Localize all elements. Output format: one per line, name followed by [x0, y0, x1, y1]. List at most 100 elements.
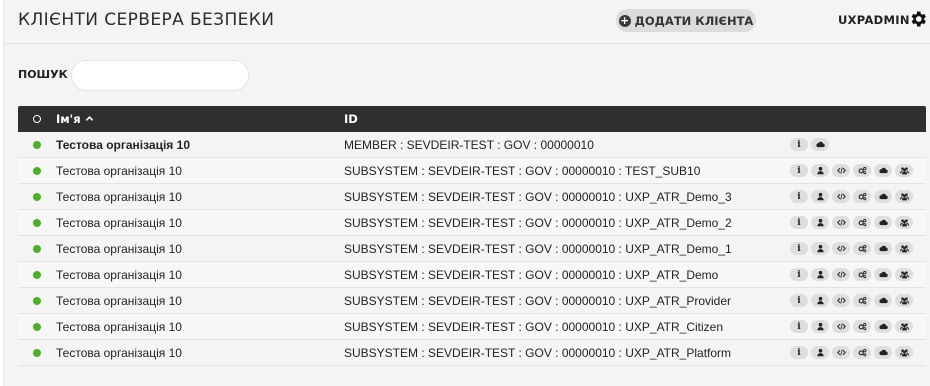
status-cell — [18, 140, 56, 149]
users-icon[interactable] — [895, 164, 913, 177]
status-dot — [33, 218, 41, 227]
info-icon[interactable]: i — [790, 294, 808, 307]
table-row[interactable]: Тестова організація 10 SUBSYSTEM : SEVDEI… — [18, 158, 926, 184]
info-icon[interactable]: i — [790, 190, 808, 203]
users-icon[interactable] — [895, 268, 913, 281]
code-icon[interactable] — [832, 294, 850, 307]
row-actions: i — [790, 164, 913, 177]
code-icon[interactable] — [832, 268, 850, 281]
users-icon[interactable] — [895, 346, 913, 359]
cloud-icon[interactable] — [811, 138, 829, 151]
gears-icon[interactable] — [853, 190, 871, 203]
status-dot — [33, 348, 41, 357]
info-icon[interactable]: i — [790, 320, 808, 333]
gears-icon[interactable] — [853, 346, 871, 359]
cloud-icon[interactable] — [874, 242, 892, 255]
user-icon[interactable] — [811, 320, 829, 333]
status-cell — [18, 244, 56, 253]
users-icon[interactable] — [895, 190, 913, 203]
status-column-header — [18, 115, 56, 123]
status-cell — [18, 322, 56, 331]
row-actions: i — [790, 294, 913, 307]
status-dot — [33, 244, 41, 253]
table-row[interactable]: Тестова організація 10 SUBSYSTEM : SEVDEI… — [18, 184, 926, 210]
status-cell — [18, 348, 56, 357]
clients-table: Ім'я ID Тестова організація 10 MEMBER : S… — [18, 106, 926, 366]
table-row[interactable]: Тестова організація 10 SUBSYSTEM : SEVDEI… — [18, 314, 926, 340]
client-id: SUBSYSTEM : SEVDEIR-TEST : GOV : 0000001… — [344, 241, 732, 256]
client-id: MEMBER : SEVDEIR-TEST : GOV : 00000010 — [344, 137, 594, 152]
info-icon[interactable]: i — [790, 164, 808, 177]
gears-icon[interactable] — [853, 268, 871, 281]
table-row[interactable]: Тестова організація 10 MEMBER : SEVDEIR-T… — [18, 132, 926, 158]
users-icon[interactable] — [895, 216, 913, 229]
row-actions: i — [790, 320, 913, 333]
code-icon[interactable] — [832, 216, 850, 229]
client-id: SUBSYSTEM : SEVDEIR-TEST : GOV : 0000001… — [344, 189, 732, 204]
user-icon[interactable] — [811, 216, 829, 229]
username[interactable]: UXPADMIN — [838, 13, 910, 27]
cloud-icon[interactable] — [874, 294, 892, 307]
search-input[interactable] — [71, 60, 249, 91]
app-frame: КЛІЄНТИ СЕРВЕРА БЕЗПЕКИ + ДОДАТИ КЛІЄНТА… — [3, 0, 930, 386]
client-name: Тестова організація 10 — [56, 215, 182, 230]
client-name: Тестова організація 10 — [56, 241, 182, 256]
user-icon[interactable] — [811, 294, 829, 307]
user-icon[interactable] — [811, 268, 829, 281]
status-dot — [33, 270, 41, 279]
client-name: Тестова організація 10 — [56, 267, 182, 282]
code-icon[interactable] — [832, 164, 850, 177]
user-icon[interactable] — [811, 190, 829, 203]
status-dot — [33, 192, 41, 201]
user-icon[interactable] — [811, 164, 829, 177]
info-icon[interactable]: i — [790, 216, 808, 229]
add-client-label: ДОДАТИ КЛІЄНТА — [634, 13, 754, 28]
users-icon[interactable] — [895, 294, 913, 307]
code-icon[interactable] — [832, 346, 850, 359]
gears-icon[interactable] — [853, 320, 871, 333]
status-cell — [18, 192, 56, 201]
name-column-label: Ім'я — [56, 112, 81, 126]
gears-icon[interactable] — [853, 164, 871, 177]
client-id: SUBSYSTEM : SEVDEIR-TEST : GOV : 0000001… — [344, 215, 732, 230]
table-row[interactable]: Тестова організація 10 SUBSYSTEM : SEVDEI… — [18, 288, 926, 314]
status-dot — [33, 296, 41, 305]
row-actions: i — [790, 268, 913, 281]
gears-icon[interactable] — [853, 242, 871, 255]
client-name: Тестова організація 10 — [56, 163, 182, 178]
id-column-header[interactable]: ID — [344, 112, 926, 126]
users-icon[interactable] — [895, 242, 913, 255]
info-icon[interactable]: i — [790, 268, 808, 281]
user-icon[interactable] — [811, 242, 829, 255]
status-cell — [18, 218, 56, 227]
users-icon[interactable] — [895, 320, 913, 333]
table-row[interactable]: Тестова організація 10 SUBSYSTEM : SEVDEI… — [18, 262, 926, 288]
add-client-button[interactable]: + ДОДАТИ КЛІЄНТА — [616, 9, 756, 32]
code-icon[interactable] — [832, 242, 850, 255]
cloud-icon[interactable] — [874, 268, 892, 281]
table-row[interactable]: Тестова організація 10 SUBSYSTEM : SEVDEI… — [18, 236, 926, 262]
status-cell — [18, 296, 56, 305]
row-actions: i — [790, 216, 913, 229]
cloud-icon[interactable] — [874, 216, 892, 229]
gears-icon[interactable] — [853, 216, 871, 229]
table-row[interactable]: Тестова організація 10 SUBSYSTEM : SEVDEI… — [18, 340, 926, 366]
client-name: Тестова організація 10 — [56, 293, 182, 308]
client-id: SUBSYSTEM : SEVDEIR-TEST : GOV : 0000001… — [344, 267, 719, 282]
cloud-icon[interactable] — [874, 190, 892, 203]
client-name: Тестова організація 10 — [56, 319, 182, 334]
gears-icon[interactable] — [853, 294, 871, 307]
gear-icon[interactable] — [908, 9, 928, 29]
code-icon[interactable] — [832, 320, 850, 333]
cloud-icon[interactable] — [874, 320, 892, 333]
cloud-icon[interactable] — [874, 164, 892, 177]
info-icon[interactable]: i — [790, 346, 808, 359]
cloud-icon[interactable] — [874, 346, 892, 359]
code-icon[interactable] — [832, 190, 850, 203]
info-icon[interactable]: i — [790, 242, 808, 255]
user-icon[interactable] — [811, 346, 829, 359]
name-column-header[interactable]: Ім'я — [56, 112, 344, 126]
status-cell — [18, 166, 56, 175]
info-icon[interactable]: i — [790, 138, 808, 151]
table-row[interactable]: Тестова організація 10 SUBSYSTEM : SEVDEI… — [18, 210, 926, 236]
